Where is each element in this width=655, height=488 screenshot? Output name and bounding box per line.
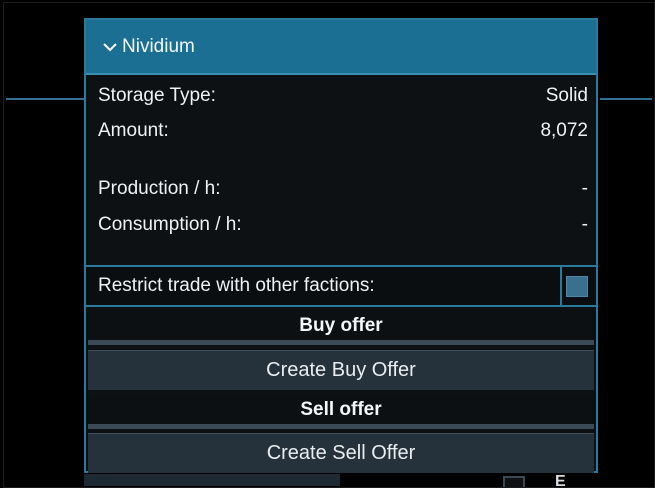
restrict-trade-label: Restrict trade with other factions: bbox=[98, 275, 375, 296]
background-checkbox[interactable] bbox=[503, 476, 525, 487]
chevron-down-icon[interactable] bbox=[100, 37, 120, 57]
amount-value: 8,072 bbox=[540, 120, 588, 141]
production-row: Production / h: - bbox=[98, 174, 588, 204]
production-label: Production / h: bbox=[98, 178, 221, 199]
sell-offer-divider bbox=[88, 424, 594, 429]
sell-offer-header: Sell offer bbox=[86, 394, 596, 426]
production-value: - bbox=[581, 178, 588, 199]
divider bbox=[560, 267, 562, 305]
ware-title: Nividium bbox=[122, 35, 195, 57]
storage-type-label: Storage Type: bbox=[98, 85, 216, 106]
consumption-value: - bbox=[581, 214, 588, 235]
buy-offer-header: Buy offer bbox=[86, 310, 596, 342]
panel-header[interactable]: Nividium bbox=[86, 20, 596, 75]
connector-line-left bbox=[6, 98, 84, 100]
amount-row: Amount: 8,072 bbox=[98, 116, 588, 146]
consumption-label: Consumption / h: bbox=[98, 214, 242, 235]
consumption-row: Consumption / h: - bbox=[98, 210, 588, 240]
storage-type-row: Storage Type: Solid bbox=[98, 81, 588, 111]
restrict-trade-row[interactable]: Restrict trade with other factions: bbox=[84, 265, 598, 307]
background-bar bbox=[84, 474, 340, 486]
create-sell-offer-button[interactable]: Create Sell Offer bbox=[88, 433, 594, 473]
amount-label: Amount: bbox=[98, 120, 169, 141]
storage-type-value: Solid bbox=[545, 85, 588, 106]
create-buy-offer-button[interactable]: Create Buy Offer bbox=[88, 350, 594, 390]
ware-panel: Nividium Storage Type: Solid Amount: 8,0… bbox=[84, 18, 598, 473]
connector-line-right bbox=[600, 98, 652, 100]
buy-offer-divider bbox=[88, 340, 594, 345]
restrict-trade-checkbox[interactable] bbox=[566, 276, 588, 297]
background-partial-label: E bbox=[555, 474, 566, 487]
